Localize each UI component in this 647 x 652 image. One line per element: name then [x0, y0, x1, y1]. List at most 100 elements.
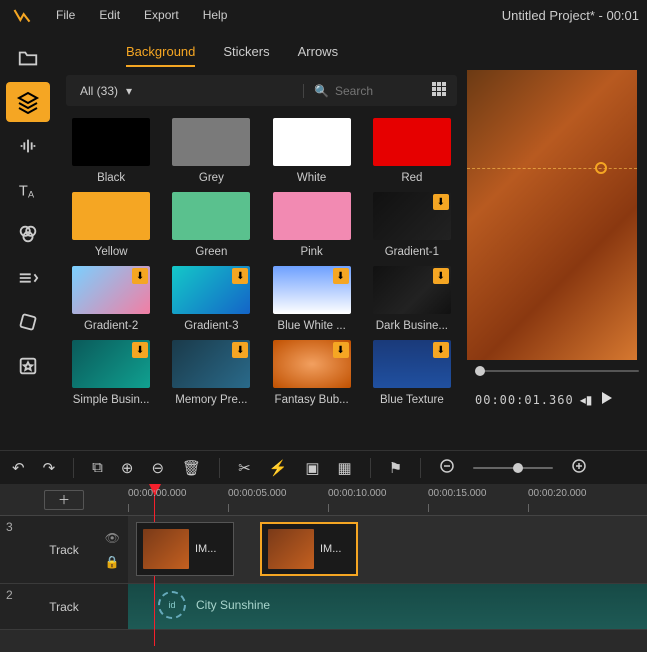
- bg-item[interactable]: Red: [369, 118, 455, 184]
- track-head: 3Track👁🔒: [0, 516, 128, 583]
- download-icon[interactable]: ⬇: [132, 268, 148, 284]
- preview-column: 00:00:01.360 ◂▮: [467, 30, 647, 450]
- transitions-icon[interactable]: [6, 258, 50, 298]
- zoom-in-icon[interactable]: [571, 458, 587, 477]
- bg-item[interactable]: Pink: [269, 192, 355, 258]
- layers-icon[interactable]: [6, 82, 50, 122]
- zoom-out-icon[interactable]: [439, 458, 455, 477]
- download-icon[interactable]: ⬇: [232, 268, 248, 284]
- preview-progress[interactable]: [475, 370, 639, 372]
- video-clip[interactable]: IM...: [260, 522, 358, 576]
- time-ruler[interactable]: 00:00:00.00000:00:05.00000:00:10.00000:0…: [128, 484, 647, 515]
- bg-item[interactable]: ⬇Gradient-2: [68, 266, 154, 332]
- tab-background[interactable]: Background: [126, 38, 195, 67]
- text-icon[interactable]: TA: [6, 170, 50, 210]
- menu-file[interactable]: File: [46, 4, 85, 26]
- search-input[interactable]: [335, 84, 415, 98]
- audio-icon[interactable]: [6, 126, 50, 166]
- zoom-slider[interactable]: [473, 467, 553, 469]
- filter-row: All (33) ▾ 🔍: [66, 75, 457, 106]
- track-body[interactable]: IM... IM...: [128, 516, 647, 583]
- ruler-tick: 00:00:20.000: [528, 488, 586, 499]
- tab-stickers[interactable]: Stickers: [223, 38, 269, 67]
- menu-help[interactable]: Help: [193, 4, 238, 26]
- bg-label: Dark Busine...: [376, 320, 448, 332]
- lock-icon[interactable]: 🔒: [105, 555, 120, 569]
- elements-icon[interactable]: [6, 302, 50, 342]
- crop-tool-icon[interactable]: ⧉: [92, 459, 103, 476]
- bg-label: Green: [195, 246, 227, 258]
- main-menu: FileEditExportHelp: [46, 4, 237, 26]
- track-body[interactable]: idCity Sunshine: [128, 584, 647, 629]
- preview-handle[interactable]: [595, 162, 607, 174]
- crop-icon[interactable]: ▣: [305, 459, 319, 477]
- bg-label: White: [297, 172, 326, 184]
- redo-icon[interactable]: ↷: [43, 459, 56, 477]
- assets-panel: Background Stickers Arrows All (33) ▾ 🔍 Bl…: [56, 30, 467, 450]
- track-row: 2Track idCity Sunshine: [0, 584, 647, 630]
- add-icon[interactable]: ⊕: [121, 459, 134, 477]
- undo-icon[interactable]: ↶: [12, 459, 25, 477]
- bg-item[interactable]: Grey: [168, 118, 254, 184]
- rating-icon[interactable]: [6, 346, 50, 386]
- download-icon[interactable]: ⬇: [132, 342, 148, 358]
- scissors-icon[interactable]: ✂: [238, 459, 251, 477]
- download-icon[interactable]: ⬇: [433, 268, 449, 284]
- timeline: ＋ 00:00:00.00000:00:05.00000:00:10.00000…: [0, 484, 647, 652]
- download-icon[interactable]: ⬇: [433, 342, 449, 358]
- eye-icon[interactable]: 👁: [105, 531, 120, 545]
- preview-canvas[interactable]: [467, 70, 637, 360]
- bg-label: Blue White ...: [277, 320, 345, 332]
- bg-label: Pink: [300, 246, 322, 258]
- track-label: Track: [49, 600, 79, 614]
- backgrounds-grid: BlackGreyWhiteRedYellowGreenPink⬇Gradien…: [56, 110, 467, 414]
- track-head: 2Track: [0, 584, 128, 629]
- title-bar: FileEditExportHelp Untitled Project* - 0…: [0, 0, 647, 30]
- project-title: Untitled Project* - 00:01: [502, 8, 639, 23]
- download-icon[interactable]: ⬇: [333, 342, 349, 358]
- play-button[interactable]: [598, 390, 614, 409]
- bg-item[interactable]: Yellow: [68, 192, 154, 258]
- bg-item[interactable]: ⬇Fantasy Bub...: [269, 340, 355, 406]
- audio-clip[interactable]: idCity Sunshine: [138, 586, 647, 624]
- category-dropdown[interactable]: All (33) ▾: [76, 82, 136, 100]
- add-track-button[interactable]: ＋: [44, 490, 84, 510]
- bg-label: Memory Pre...: [175, 394, 247, 406]
- svg-text:T: T: [19, 184, 28, 200]
- bg-item[interactable]: ⬇Gradient-3: [168, 266, 254, 332]
- grid-view-icon[interactable]: [431, 81, 447, 100]
- bg-item[interactable]: ⬇ Blue Texture: [369, 340, 455, 406]
- trash-icon[interactable]: 🗑: [182, 459, 201, 477]
- download-icon[interactable]: ⬇: [333, 268, 349, 284]
- bg-item[interactable]: ⬇ Dark Busine...: [369, 266, 455, 332]
- speed-icon[interactable]: ⚡: [269, 459, 288, 477]
- prev-frame-button[interactable]: ◂▮: [580, 393, 593, 407]
- bg-label: Grey: [199, 172, 224, 184]
- bg-item[interactable]: Green: [168, 192, 254, 258]
- bg-label: Gradient-1: [385, 246, 439, 258]
- filters-icon[interactable]: [6, 214, 50, 254]
- track-label: Track: [49, 543, 79, 557]
- menu-export[interactable]: Export: [134, 4, 189, 26]
- timeline-toolbar: ↶ ↷ ⧉ ⊕ ⊖ 🗑 ✂ ⚡ ▣ ▦ ⚑: [0, 450, 647, 484]
- mosaic-icon[interactable]: ▦: [338, 459, 352, 477]
- folder-icon[interactable]: [6, 38, 50, 78]
- bg-item[interactable]: ⬇ Memory Pre...: [168, 340, 254, 406]
- bg-item[interactable]: Black: [68, 118, 154, 184]
- ruler-tick: 00:00:05.000: [228, 488, 286, 499]
- bg-item[interactable]: White: [269, 118, 355, 184]
- tab-arrows[interactable]: Arrows: [298, 38, 338, 67]
- menu-edit[interactable]: Edit: [89, 4, 130, 26]
- bg-item[interactable]: ⬇ Gradient-1: [369, 192, 455, 258]
- chevron-down-icon: ▾: [126, 84, 132, 98]
- bg-label: Blue Texture: [380, 394, 444, 406]
- bg-label: Red: [401, 172, 422, 184]
- download-icon[interactable]: ⬇: [232, 342, 248, 358]
- marker-icon[interactable]: ⚑: [389, 459, 402, 477]
- video-clip[interactable]: IM...: [136, 522, 234, 576]
- dropdown-label: All (33): [80, 84, 118, 98]
- download-icon[interactable]: ⬇: [433, 194, 449, 210]
- remove-icon[interactable]: ⊖: [151, 459, 164, 477]
- bg-item[interactable]: ⬇Simple Busin...: [68, 340, 154, 406]
- bg-item[interactable]: ⬇ Blue White ...: [269, 266, 355, 332]
